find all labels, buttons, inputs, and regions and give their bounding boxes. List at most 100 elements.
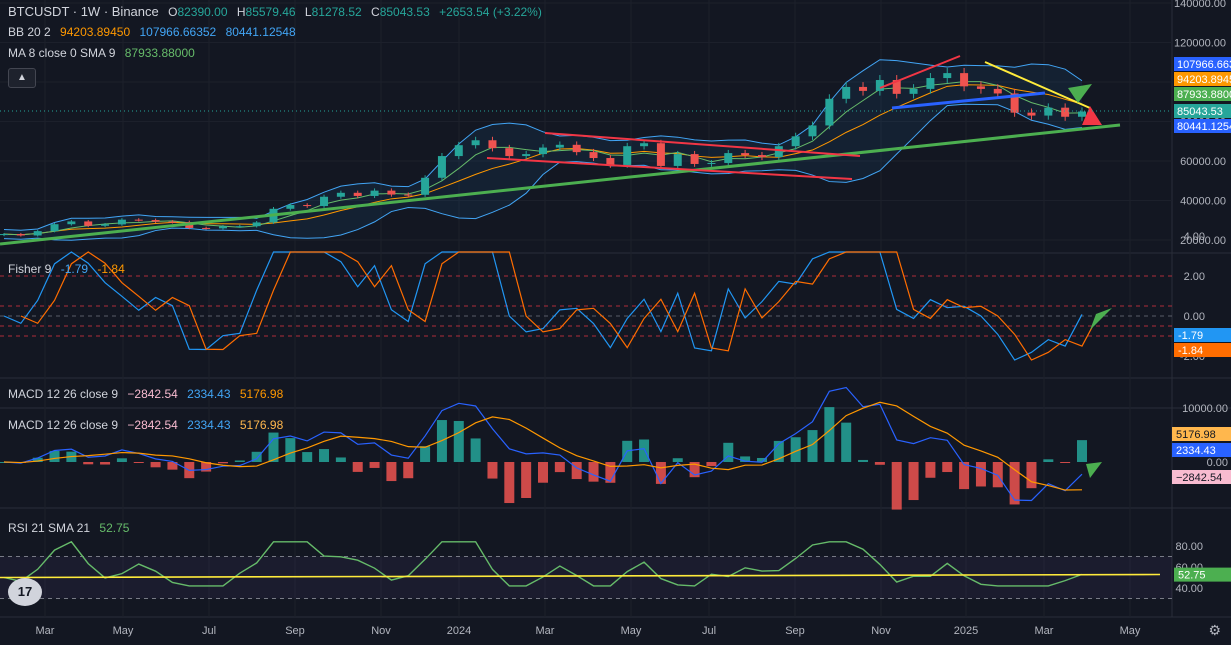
macd-histogram-bar xyxy=(285,438,296,462)
macd-histogram-bar xyxy=(992,462,1003,488)
candle xyxy=(1061,107,1070,117)
macd2-hist: −2842.54 xyxy=(127,418,178,432)
macd-histogram-bar xyxy=(858,459,869,462)
fisher-value-2: -1.84 xyxy=(97,262,125,276)
macd1-macd: 2334.43 xyxy=(187,387,231,401)
macd-histogram-bar xyxy=(1043,459,1054,462)
macd-histogram-bar xyxy=(639,439,650,462)
candle xyxy=(134,219,143,221)
macd-histogram-bar xyxy=(942,462,953,473)
candle xyxy=(252,222,261,227)
chart-canvas[interactable]: Mar May Jul Sep Nov 2024 Mar May Jul Sep Nov 2025 Ma… xyxy=(0,0,1231,645)
x-tick-label: May xyxy=(621,625,642,637)
macd-legend-1[interactable]: MACD 12 26 close 9 −2842.54 2334.43 5176… xyxy=(8,387,289,401)
candle xyxy=(218,226,227,229)
macd-histogram-bar xyxy=(352,462,363,472)
rsi-legend[interactable]: RSI 21 SMA 21 52.75 xyxy=(8,521,135,535)
macd-histogram-bar xyxy=(1009,462,1020,505)
macd-histogram-bar xyxy=(470,438,481,462)
price-tag-label: 94203.8945 xyxy=(1177,74,1231,86)
fisher-name: Fisher 9 xyxy=(8,262,52,276)
price-tag-label: 85043.53 xyxy=(1177,106,1223,118)
macd-histogram-bar xyxy=(655,462,666,484)
x-tick-label: Nov xyxy=(371,625,391,637)
ohlc-open: O82390.00 xyxy=(168,5,228,19)
x-tick-label: Jul xyxy=(702,625,716,637)
macd-histogram-bar xyxy=(150,462,161,468)
macd-histogram-bar xyxy=(504,462,515,504)
macd-histogram-bar xyxy=(874,462,885,465)
macd-legend-2[interactable]: MACD 12 26 close 9 −2842.54 2334.43 5176… xyxy=(8,418,289,432)
fisher-value-1: -1.79 xyxy=(60,262,89,276)
x-tick-label: Nov xyxy=(871,625,891,637)
green-arrow-fisher xyxy=(1090,308,1112,330)
tradingview-logo[interactable]: 17 xyxy=(8,578,42,606)
fisher-tag-label: -1.84 xyxy=(1178,345,1203,357)
y-tick-label: 40000.00 xyxy=(1180,196,1226,208)
candle xyxy=(757,155,766,158)
candle xyxy=(33,231,42,236)
candle xyxy=(640,143,649,147)
candle xyxy=(859,86,868,91)
macd-histogram-bar xyxy=(538,462,548,483)
macd-histogram-bar xyxy=(975,462,986,487)
candle xyxy=(741,153,750,156)
candle xyxy=(926,78,935,89)
macd-histogram-bar xyxy=(959,462,970,490)
macd-histogram-bar xyxy=(403,462,414,479)
rsi-value: 52.75 xyxy=(99,521,130,535)
candle xyxy=(336,192,345,197)
fisher-tick-label: 2.00 xyxy=(1184,271,1205,283)
candle xyxy=(84,221,93,226)
macd-histogram-bar xyxy=(100,462,111,465)
candle xyxy=(690,154,699,164)
macd1-signal: 5176.98 xyxy=(239,387,284,401)
x-tick-label: 2025 xyxy=(954,625,978,637)
candle xyxy=(168,221,177,223)
candle xyxy=(488,140,497,149)
rsi-name: RSI 21 SMA 21 xyxy=(8,521,91,535)
gear-icon[interactable]: ⚙ xyxy=(1208,622,1221,639)
candle xyxy=(471,140,480,146)
candle xyxy=(101,224,110,226)
x-tick-label: Mar xyxy=(1035,625,1054,637)
macd-histogram-bar xyxy=(841,422,852,462)
macd-histogram-bar xyxy=(133,462,144,463)
macd-line xyxy=(3,386,1083,502)
x-tick-label: May xyxy=(1120,625,1141,637)
macd-tick-label: 10000.00 xyxy=(1182,403,1228,415)
candle xyxy=(976,86,985,89)
bb-name: BB 20 2 xyxy=(8,25,51,39)
candle xyxy=(67,221,76,225)
x-tick-label: 2024 xyxy=(447,625,471,637)
macd-histogram-bar xyxy=(217,462,228,464)
fisher-tick-label: 4.00 xyxy=(1184,231,1205,243)
green-arrow-macd xyxy=(1086,462,1102,478)
candle xyxy=(808,125,817,137)
macd1-hist: −2842.54 xyxy=(127,387,178,401)
fisher-tag-label: -1.79 xyxy=(1178,330,1203,342)
candle xyxy=(454,145,463,157)
symbol-label[interactable]: BTCUSDT · 1W · Binance xyxy=(8,4,159,19)
macd-tick-label: 0.00 xyxy=(1207,457,1228,469)
ma-legend[interactable]: MA 8 close 0 SMA 9 87933.88000 xyxy=(8,46,201,60)
price-tag-label: 80441.1254 xyxy=(1177,121,1231,133)
bb-legend[interactable]: BB 20 2 94203.89450 107966.66352 80441.1… xyxy=(8,25,302,39)
x-tick-label: Mar xyxy=(536,625,555,637)
candle xyxy=(774,146,783,158)
rsi-tag-label: 52.75 xyxy=(1178,570,1206,582)
x-tick-label: Mar xyxy=(36,625,55,637)
fisher-legend[interactable]: Fisher 9 -1.79 -1.84 xyxy=(8,262,131,276)
chevron-up-icon[interactable]: ▲ xyxy=(8,68,36,88)
macd-histogram-bar xyxy=(521,462,532,499)
ma-name: MA 8 close 0 SMA 9 xyxy=(8,46,116,60)
candle xyxy=(993,88,1002,94)
candle xyxy=(505,148,514,157)
macd-tag-label: 2334.43 xyxy=(1176,445,1216,457)
candle xyxy=(960,73,969,87)
x-tick-label: Sep xyxy=(285,625,305,637)
x-tick-label: Sep xyxy=(785,625,805,637)
candle xyxy=(235,226,244,228)
macd-histogram-bar xyxy=(268,432,279,462)
candle xyxy=(421,177,430,195)
